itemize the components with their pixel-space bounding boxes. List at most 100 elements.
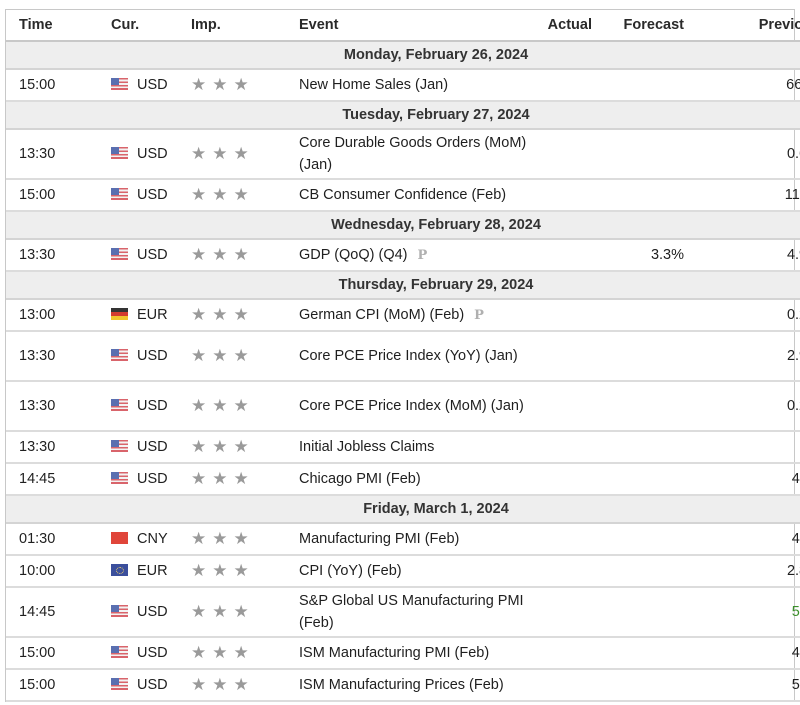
previous-value: 664K xyxy=(710,69,800,102)
calendar-body: Monday, February 26, 2024 15:00 USD ★ ★ ★ New … xyxy=(6,41,800,702)
star-icon: ★ xyxy=(233,395,249,415)
event-name[interactable]: Core PCE Price Index (MoM) (Jan) xyxy=(299,398,524,414)
star-icon: ★ xyxy=(191,245,207,264)
event-row[interactable]: 14:45 USD ★ ★ ★ S&P Global US Manufacturing P… xyxy=(6,587,800,638)
star-icon: ★ xyxy=(233,469,249,488)
event-row[interactable]: 14:45 USD ★ ★ ★ Chicago PMI (Feb) 46.0 xyxy=(6,463,800,496)
star-icon: ★ xyxy=(212,643,228,662)
star-icon: ★ xyxy=(191,601,207,621)
event-name[interactable]: GDP (QoQ) (Q4) xyxy=(299,247,408,263)
flag-us-icon xyxy=(111,399,128,411)
preliminary-icon[interactable]: P xyxy=(474,308,484,323)
flag-us-icon xyxy=(111,248,128,260)
star-icon: ★ xyxy=(233,601,249,621)
event-row[interactable]: 15:00 USD ★ ★ ★ CB Consumer Confidence (Feb) 1… xyxy=(6,179,800,212)
event-row[interactable]: 15:00 USD ★ ★ ★ ISM Manufacturing Prices (Feb… xyxy=(6,669,800,702)
event-name[interactable]: Initial Jobless Claims xyxy=(299,439,434,455)
forecast-value xyxy=(592,637,710,670)
event-cell: S&P Global US Manufacturing PMI (Feb) xyxy=(299,587,532,638)
forecast-value xyxy=(592,381,710,432)
star-icon: ★ xyxy=(233,185,249,204)
star-icon: ★ xyxy=(212,185,228,204)
currency-code: USD xyxy=(137,677,168,693)
previous-value: 51.5 xyxy=(710,587,800,638)
day-date: Tuesday, February 27, 2024 xyxy=(6,101,800,130)
event-cell: New Home Sales (Jan) xyxy=(299,69,532,102)
event-name[interactable]: ISM Manufacturing Prices (Feb) xyxy=(299,677,504,693)
col-time[interactable]: Time xyxy=(6,10,111,42)
event-name[interactable]: Core Durable Goods Orders (MoM) (Jan) xyxy=(299,135,526,173)
event-name[interactable]: German CPI (MoM) (Feb) xyxy=(299,307,464,323)
star-icon: ★ xyxy=(233,345,249,365)
currency-cell: USD xyxy=(111,129,191,180)
col-importance[interactable]: Imp. xyxy=(191,10,299,42)
importance-stars: ★ ★ ★ xyxy=(191,69,299,102)
currency-cell: USD xyxy=(111,381,191,432)
event-row[interactable]: 13:00 EUR ★ ★ ★ German CPI (MoM) (Feb) P 0.2% xyxy=(6,299,800,332)
event-name[interactable]: Manufacturing PMI (Feb) xyxy=(299,531,459,547)
col-event[interactable]: Event xyxy=(299,10,532,42)
event-time: 13:30 xyxy=(6,331,111,382)
previous-value xyxy=(710,431,800,464)
star-icon: ★ xyxy=(233,529,249,548)
event-name[interactable]: Core PCE Price Index (YoY) (Jan) xyxy=(299,348,518,364)
col-currency[interactable]: Cur. xyxy=(111,10,191,42)
star-icon: ★ xyxy=(191,469,207,488)
currency-cell: USD xyxy=(111,331,191,382)
event-cell: CB Consumer Confidence (Feb) xyxy=(299,179,532,212)
event-row[interactable]: 13:30 USD ★ ★ ★ Initial Jobless Claims xyxy=(6,431,800,464)
col-previous[interactable]: Previous xyxy=(710,10,800,42)
actual-value xyxy=(532,463,592,496)
currency-code: CNY xyxy=(137,531,168,547)
importance-stars: ★ ★ ★ xyxy=(191,179,299,212)
importance-stars: ★ ★ ★ xyxy=(191,299,299,332)
event-name[interactable]: S&P Global US Manufacturing PMI (Feb) xyxy=(299,593,524,631)
currency-cell: USD xyxy=(111,179,191,212)
col-forecast[interactable]: Forecast xyxy=(592,10,710,42)
event-time: 13:30 xyxy=(6,239,111,272)
previous-value: 2.8% xyxy=(710,555,800,588)
event-name[interactable]: Chicago PMI (Feb) xyxy=(299,471,421,487)
event-name[interactable]: CB Consumer Confidence (Feb) xyxy=(299,187,506,203)
currency-cell: EUR xyxy=(111,555,191,588)
currency-cell: CNY xyxy=(111,523,191,556)
day-header-row: Tuesday, February 27, 2024 xyxy=(6,101,800,130)
event-row[interactable]: 13:30 USD ★ ★ ★ Core PCE Price Index (YoY) (J… xyxy=(6,331,800,382)
event-row[interactable]: 10:00 EUR ★ ★ ★ CPI (YoY) (Feb) 2.8% xyxy=(6,555,800,588)
event-row[interactable]: 13:30 USD ★ ★ ★ GDP (QoQ) (Q4) P 3.3%4.9% xyxy=(6,239,800,272)
event-row[interactable]: 01:30 CNY ★ ★ ★ Manufacturing PMI (Feb) 49.2 xyxy=(6,523,800,556)
col-actual[interactable]: Actual xyxy=(532,10,592,42)
forecast-value xyxy=(592,587,710,638)
star-icon: ★ xyxy=(191,643,207,662)
star-icon: ★ xyxy=(233,675,249,694)
currency-cell: USD xyxy=(111,669,191,702)
day-header-row: Thursday, February 29, 2024 xyxy=(6,271,800,300)
actual-value xyxy=(532,431,592,464)
event-name[interactable]: CPI (YoY) (Feb) xyxy=(299,563,402,579)
event-time: 15:00 xyxy=(6,69,111,102)
event-time: 14:45 xyxy=(6,587,111,638)
star-icon: ★ xyxy=(212,75,228,94)
event-row[interactable]: 13:30 USD ★ ★ ★ Core PCE Price Index (MoM) (J… xyxy=(6,381,800,432)
forecast-value: 3.3% xyxy=(592,239,710,272)
star-icon: ★ xyxy=(212,345,228,365)
star-icon: ★ xyxy=(212,469,228,488)
event-time: 14:45 xyxy=(6,463,111,496)
day-date: Thursday, February 29, 2024 xyxy=(6,271,800,300)
event-time: 13:30 xyxy=(6,129,111,180)
forecast-value xyxy=(592,555,710,588)
previous-value: 46.0 xyxy=(710,463,800,496)
event-name[interactable]: ISM Manufacturing PMI (Feb) xyxy=(299,645,489,661)
event-row[interactable]: 13:30 USD ★ ★ ★ Core Durable Goods Orders (Mo… xyxy=(6,129,800,180)
importance-stars: ★ ★ ★ xyxy=(191,637,299,670)
star-icon: ★ xyxy=(191,143,207,163)
preliminary-icon[interactable]: P xyxy=(418,248,428,263)
flag-us-icon xyxy=(111,678,128,690)
event-time: 15:00 xyxy=(6,669,111,702)
forecast-value xyxy=(592,331,710,382)
event-row[interactable]: 15:00 USD ★ ★ ★ ISM Manufacturing PMI (Feb) 49… xyxy=(6,637,800,670)
currency-code: USD xyxy=(137,77,168,93)
star-icon: ★ xyxy=(191,395,207,415)
event-row[interactable]: 15:00 USD ★ ★ ★ New Home Sales (Jan) 664K xyxy=(6,69,800,102)
event-name[interactable]: New Home Sales (Jan) xyxy=(299,77,448,93)
